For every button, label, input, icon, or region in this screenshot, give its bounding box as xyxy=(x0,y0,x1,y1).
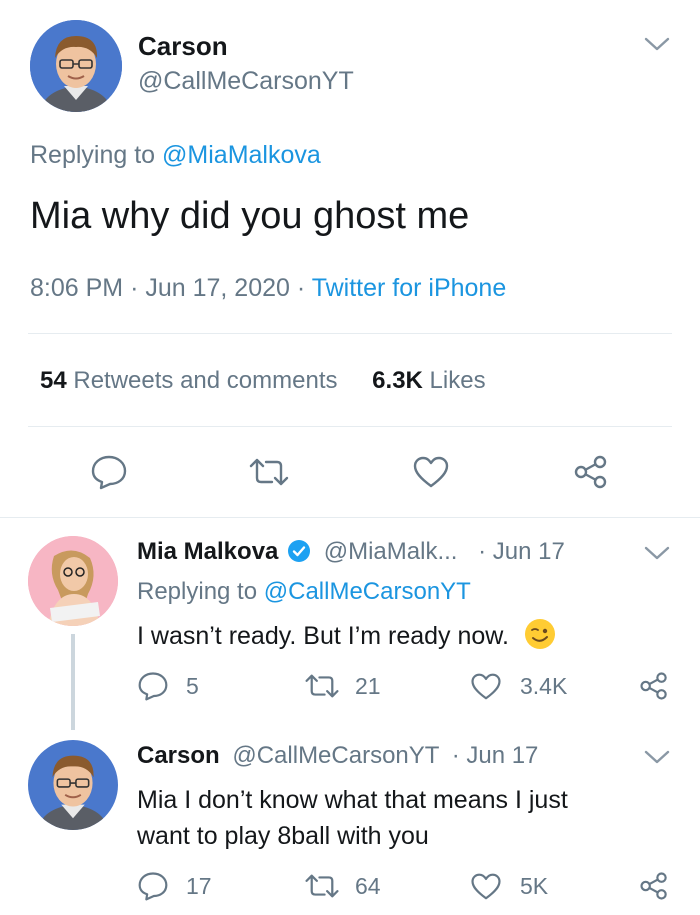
replying-to: Replying to @MiaMalkova xyxy=(30,141,321,170)
divider xyxy=(0,517,700,518)
chevron-down-icon[interactable] xyxy=(643,34,671,54)
reply-header: Carson @CallMeCarsonYT · Jun 17 xyxy=(137,742,538,770)
like-icon[interactable] xyxy=(470,872,502,901)
winking-face-emoji-icon xyxy=(524,618,556,650)
replying-prefix: Replying to xyxy=(30,141,156,169)
likes-label: Likes xyxy=(429,367,486,394)
reply-replying-to: Replying to @CallMeCarsonYT xyxy=(137,578,471,605)
likes-stat[interactable]: 6.3K Likes xyxy=(372,367,485,394)
reply-count: 5 xyxy=(186,673,199,699)
carson-avatar[interactable] xyxy=(28,740,118,830)
like-count: 3.4K xyxy=(520,673,568,699)
verified-badge-icon xyxy=(287,539,311,563)
chevron-down-icon[interactable] xyxy=(643,543,671,563)
reply-author-handle[interactable]: @CallMeCarsonYT xyxy=(232,742,439,769)
like-icon[interactable] xyxy=(412,455,450,489)
reply-author-handle[interactable]: @MiaMalk... xyxy=(324,538,458,565)
reply-icon[interactable] xyxy=(90,454,128,490)
share-icon[interactable] xyxy=(638,671,670,701)
likes-count: 6.3K xyxy=(372,367,423,394)
reply-text: Mia I don’t know what that means I just … xyxy=(137,786,568,850)
retweet-count: 64 xyxy=(355,873,381,899)
share-icon[interactable] xyxy=(638,871,670,901)
reply-icon[interactable] xyxy=(137,871,169,901)
tweet-stats: 54 Retweets and comments 6.3K Likes xyxy=(40,367,486,395)
reply-author-name[interactable]: Mia Malkova xyxy=(137,538,278,565)
thread-line xyxy=(71,634,75,730)
reply-date[interactable]: · Jun 17 xyxy=(478,538,565,565)
tweet-date[interactable]: Jun 17, 2020 xyxy=(145,274,290,302)
share-icon[interactable] xyxy=(572,454,610,490)
retweet-count: 21 xyxy=(355,673,381,699)
tweet-source[interactable]: Twitter for iPhone xyxy=(312,274,507,302)
retweet-icon[interactable] xyxy=(304,872,340,900)
main-author-handle[interactable]: @CallMeCarsonYT xyxy=(138,67,354,96)
main-tweet-text: Mia why did you ghost me xyxy=(30,195,470,237)
like-count: 5K xyxy=(520,873,549,899)
main-author-name[interactable]: Carson xyxy=(138,31,228,62)
mia-avatar[interactable] xyxy=(28,536,118,626)
reply-header: Mia Malkova @MiaMalk... · Jun 17 xyxy=(137,538,565,566)
chevron-down-icon[interactable] xyxy=(643,747,671,767)
replying-to-handle[interactable]: @CallMeCarsonYT xyxy=(264,578,471,605)
retweets-label: Retweets and comments xyxy=(73,367,338,394)
reply-count: 17 xyxy=(186,873,212,899)
divider xyxy=(28,333,672,334)
carson-avatar[interactable] xyxy=(30,20,122,112)
retweets-stat[interactable]: 54 Retweets and comments xyxy=(40,367,344,394)
reply-author-name[interactable]: Carson xyxy=(137,742,220,769)
like-icon[interactable] xyxy=(470,672,502,701)
reply-date[interactable]: · Jun 17 xyxy=(452,742,539,769)
retweet-icon[interactable] xyxy=(248,456,290,488)
reply-text: I wasn’t ready. But I’m ready now. xyxy=(137,618,556,651)
tweet-meta: 8:06 PM · Jun 17, 2020 · Twitter for iPh… xyxy=(30,274,507,302)
replying-to-handle[interactable]: @MiaMalkova xyxy=(162,141,321,169)
tweet-time: 8:06 PM xyxy=(30,274,124,302)
reply-icon[interactable] xyxy=(137,671,169,701)
retweets-count: 54 xyxy=(40,367,67,394)
retweet-icon[interactable] xyxy=(304,672,340,700)
divider xyxy=(28,426,672,427)
